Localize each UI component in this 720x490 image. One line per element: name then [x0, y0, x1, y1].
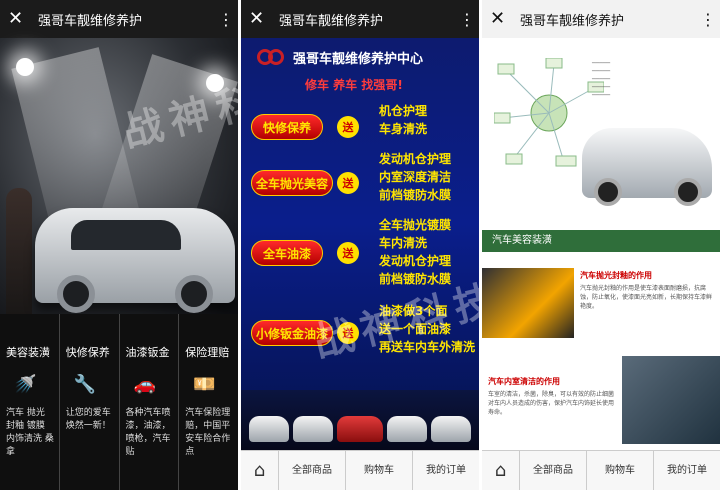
insurance-icon: 💴	[193, 374, 216, 395]
service-desc: 汽车保险理赔，中国平安车险合作点	[185, 408, 231, 457]
article-item[interactable]: 汽车抛光封釉的作用 汽车抛光封釉的作用是使车漆表面耐磨损，抗腐蚀，防止氧化，使漆…	[482, 264, 720, 344]
page-title: 强哥车靓维修养护	[520, 13, 625, 29]
promo-pill: 快修保养	[251, 114, 323, 140]
car-image	[582, 128, 712, 206]
nav-cart[interactable]: 购物车	[346, 450, 413, 490]
promo-text: 全车抛光镀膜 车内清洗 发动机仓护理 前档镀防水膜	[379, 218, 452, 286]
spotlight	[16, 58, 34, 76]
close-icon[interactable]: ✕	[249, 10, 271, 28]
promo-text: 机仓护理 车身清洗	[379, 104, 428, 136]
nav-all-products[interactable]: 全部商品	[520, 450, 587, 490]
nav-orders[interactable]: 我的订单	[413, 451, 479, 490]
close-icon[interactable]: ✕	[8, 10, 30, 28]
car-image	[35, 208, 235, 313]
article-image	[482, 268, 574, 338]
article-heading: 汽车抛光封釉的作用	[580, 271, 652, 280]
service-item[interactable]: 保险理赔 💴 汽车保险理赔，中国平安车险合作点	[179, 314, 238, 490]
screen-3: ✕ 强哥车靓维修养护 ⋮ ───── ───── ───── ───── ───── 汽…	[482, 0, 720, 490]
article-heading: 汽车内室清洁的作用	[488, 377, 560, 386]
article-image	[622, 356, 720, 444]
page-title: 强哥车靓维修养护	[38, 13, 143, 29]
more-icon[interactable]: ⋮	[218, 10, 234, 29]
wrench-icon: 🔧	[73, 374, 97, 395]
service-item[interactable]: 快修保养 🔧 让您的爱车焕然一新！	[60, 314, 120, 490]
gift-badge: 送	[337, 242, 359, 264]
home-icon[interactable]: ⌂	[241, 450, 279, 490]
services-row: 美容装潢 🚿 汽车 抛光 封釉 镀膜 内饰清洗 桑拿 快修保养 🔧 让您的爱车焕…	[0, 314, 238, 490]
poster-slogan: 修车 养车 找强哥!	[305, 78, 403, 92]
service-desc: 各种汽车喷漆，油漆，喷枪，汽车贴	[125, 408, 171, 457]
gift-badge: 送	[337, 322, 359, 344]
car-icon: 🚗	[133, 374, 156, 395]
promo-pill: 全车油漆	[251, 240, 323, 266]
title-bar: ✕ 强哥车靓维修养护 ⋮	[0, 0, 238, 38]
nav-all-products[interactable]: 全部商品	[279, 450, 346, 490]
spotlight	[206, 74, 224, 92]
more-icon[interactable]: ⋮	[700, 10, 716, 29]
promo-text: 发动机仓护理 内室深度清洁 前档镀防水膜	[379, 152, 452, 202]
promo-text: 油漆做3个面 送一个面油漆 再送车内车外清洗	[379, 304, 476, 354]
bottom-nav: ⌂ 全部商品 购物车 我的订单	[241, 450, 479, 490]
article-item[interactable]: 汽车内室清洁的作用 车室的清洁，杀菌，除臭，可以有效的防止细菌对车内人员造成的伤…	[482, 356, 720, 448]
promo-poster: 强哥车靓维修养护中心 修车 养车 找强哥! 快修保养 送 机仓护理 车身清洗 全车…	[241, 38, 479, 450]
service-heading: 油漆钣金	[125, 346, 170, 359]
service-heading: 保险理赔	[185, 346, 230, 359]
title-bar: ✕ 强哥车靓维修养护 ⋮	[482, 0, 720, 38]
nav-cart[interactable]: 购物车	[587, 450, 654, 490]
promo-pill: 小修钣金油漆	[251, 320, 333, 346]
article-text: 车室的清洁，杀菌，除臭，可以有效的防止细菌对车内人员造成的伤害，保护汽车内饰延长…	[488, 391, 615, 416]
service-desc: 汽车 抛光 封釉 镀膜 内饰清洗 桑拿	[6, 408, 54, 457]
bottom-nav: ⌂ 全部商品 购物车 我的订单	[482, 450, 720, 490]
home-icon[interactable]: ⌂	[482, 450, 520, 490]
gift-badge: 送	[337, 116, 359, 138]
article-text: 汽车抛光封釉的作用是使车漆表面耐磨损，抗腐蚀，防止氧化，使漆面光亮如新，长期保持…	[580, 285, 713, 310]
car-wash-icon: 🚿	[14, 374, 37, 395]
service-heading: 快修保养	[65, 346, 110, 359]
brand-logo-icon	[257, 48, 285, 67]
cars-banner	[241, 390, 479, 450]
more-icon[interactable]: ⋮	[459, 10, 475, 29]
banner-image: ───── ───── ───── ───── ─────	[482, 38, 720, 218]
screen-1: ✕ 强哥车靓维修养护 ⋮ 战神科技 美容装潢 🚿 汽车 抛光 封釉 镀膜 内饰清…	[0, 0, 238, 490]
title-bar: ✕ 强哥车靓维修养护 ⋮	[241, 0, 479, 38]
service-heading: 美容装潢	[6, 346, 50, 359]
hero-image: 战神科技	[0, 38, 238, 348]
section-header: 汽车美容装潢	[482, 230, 720, 252]
nav-orders[interactable]: 我的订单	[654, 451, 720, 490]
promo-pill: 全车抛光美容	[251, 170, 333, 196]
contact-info: ───── ───── ───── ───── ─────	[592, 60, 611, 99]
close-icon[interactable]: ✕	[490, 10, 512, 28]
gift-badge: 送	[337, 172, 359, 194]
page-title: 强哥车靓维修养护	[279, 13, 384, 29]
service-item[interactable]: 美容装潢 🚿 汽车 抛光 封釉 镀膜 内饰清洗 桑拿	[0, 314, 60, 490]
screen-2: ✕ 强哥车靓维修养护 ⋮ 强哥车靓维修养护中心 修车 养车 找强哥! 快修保养 …	[241, 0, 479, 490]
service-item[interactable]: 油漆钣金 🚗 各种汽车喷漆，油漆，喷枪，汽车贴	[120, 314, 180, 490]
poster-title: 强哥车靓维修养护中心	[293, 52, 424, 67]
poster-header: 强哥车靓维修养护中心	[257, 48, 423, 67]
service-desc: 让您的爱车焕然一新！	[65, 408, 111, 431]
